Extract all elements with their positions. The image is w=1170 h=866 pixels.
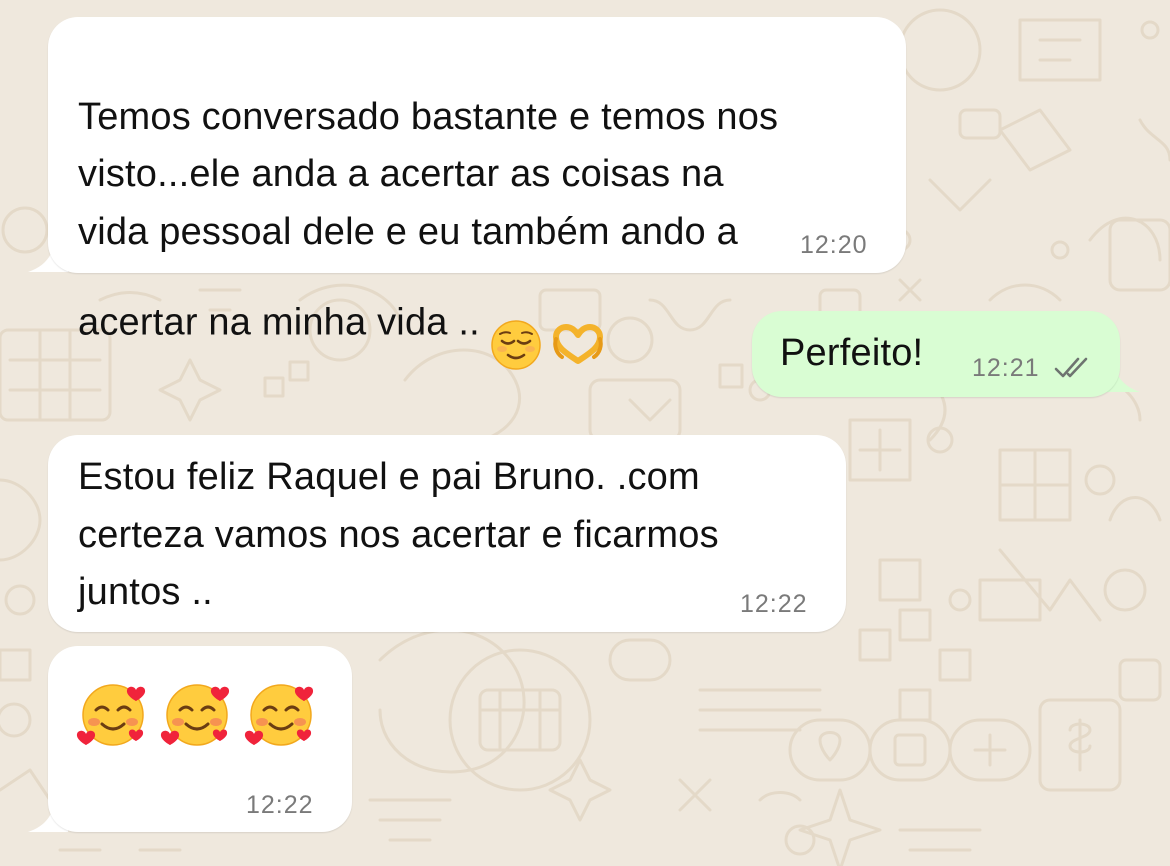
- incoming-emoji-message-bubble[interactable]: 12:22: [48, 646, 352, 832]
- emoji-row: [76, 676, 318, 750]
- message-timestamp: 12:22: [246, 791, 314, 819]
- incoming-message-bubble[interactable]: Temos conversado bastante e temos nos vi…: [48, 17, 906, 370]
- outgoing-message-bubble[interactable]: Perfeito! 12:21: [752, 311, 1120, 397]
- message-text: Perfeito!: [780, 332, 924, 374]
- message-timestamp: 12:22: [740, 590, 808, 618]
- heart-hands-emoji: [550, 265, 606, 384]
- message-timestamp: 12:20: [800, 231, 868, 259]
- smiling-face-with-hearts-emoji: [76, 684, 146, 746]
- message-timestamp: 12:21: [972, 354, 1040, 382]
- smiling-face-with-hearts-emoji: [160, 684, 230, 746]
- read-double-check-icon: [1054, 357, 1088, 378]
- incoming-message-bubble[interactable]: Estou feliz Raquel e pai Bruno. .com cer…: [48, 435, 846, 632]
- smiling-face-with-hearts-emoji: [244, 684, 314, 746]
- relieved-face-emoji: [490, 261, 542, 388]
- message-text: Estou feliz Raquel e pai Bruno. .com cer…: [78, 456, 719, 613]
